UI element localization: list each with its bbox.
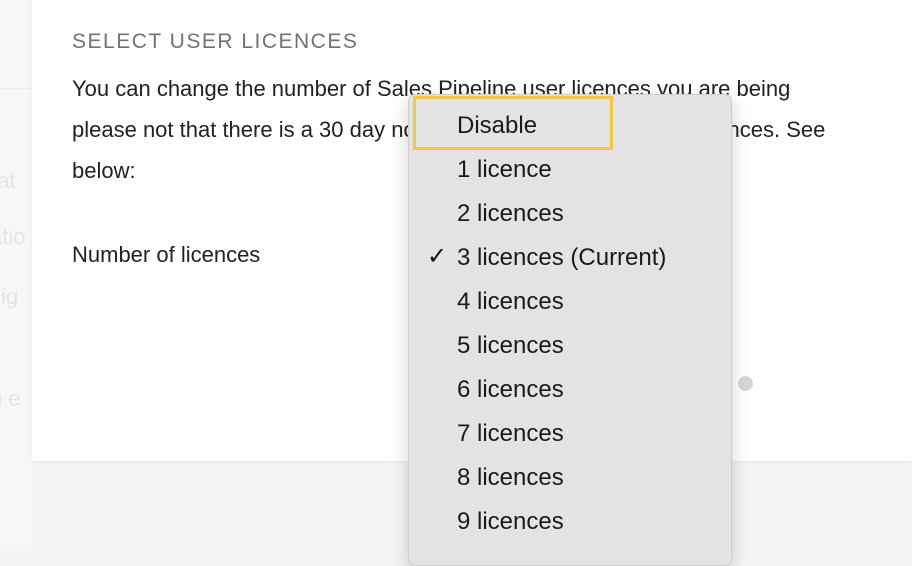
number-of-licences-label: Number of licences (72, 242, 261, 267)
option-2-licences[interactable]: 2 licences (409, 191, 731, 235)
option-7-licences[interactable]: 7 licences (409, 411, 731, 455)
checkmark-icon: ✓ (427, 243, 448, 270)
section-heading: SELECT USER LICENCES (72, 30, 359, 53)
option-label: 2 licences (457, 200, 564, 227)
slider-handle[interactable] (738, 376, 753, 391)
option-label: Disable (457, 112, 538, 139)
option-5-licences[interactable]: 5 licences (409, 323, 731, 367)
option-6-licences[interactable]: 6 licences (409, 367, 731, 411)
option-label: 5 licences (457, 332, 564, 359)
option-label: 7 licences (457, 420, 564, 447)
sidebar-fragment: n e (0, 386, 21, 411)
licence-count-dropdown[interactable]: Disable 1 licence 2 licences ✓ 3 licence… (408, 94, 732, 566)
option-9-licences[interactable]: 9 licences (409, 499, 731, 543)
sidebar-fragment: atio (0, 224, 26, 249)
option-label: 4 licences (457, 288, 564, 315)
option-label: 8 licences (457, 464, 564, 491)
sidebar-divider (0, 88, 32, 89)
option-1-licence[interactable]: 1 licence (409, 147, 731, 191)
option-label: 6 licences (457, 376, 564, 403)
background-sidebar: rat atio sig n e (0, 0, 32, 550)
option-label: 1 licence (457, 156, 552, 183)
option-label: 9 licences (457, 508, 564, 535)
option-label: 3 licences (Current) (457, 244, 667, 271)
option-4-licences[interactable]: 4 licences (409, 279, 731, 323)
option-disable[interactable]: Disable (409, 103, 731, 147)
description-line-3: below: (72, 158, 136, 183)
sidebar-fragment: rat (0, 168, 16, 193)
option-8-licences[interactable]: 8 licences (409, 455, 731, 499)
option-3-licences[interactable]: ✓ 3 licences (Current) (409, 235, 731, 279)
sidebar-fragment: sig (0, 284, 19, 309)
